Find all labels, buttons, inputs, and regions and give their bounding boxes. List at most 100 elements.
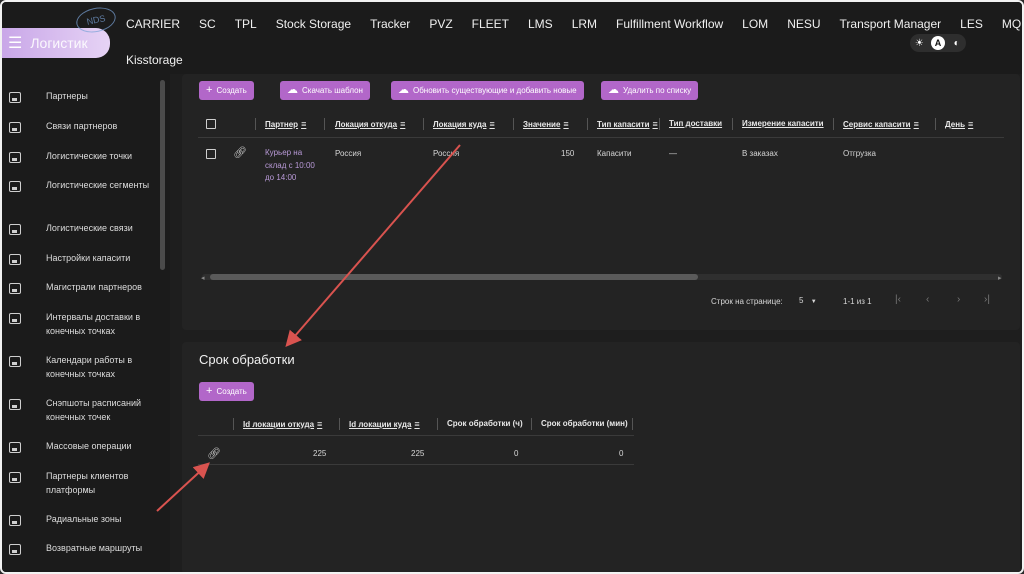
- sidebar-item-label: Массовые операции: [46, 441, 132, 451]
- scroll-left-icon[interactable]: ◂: [201, 274, 205, 282]
- prev-page-icon[interactable]: ‹: [926, 294, 929, 305]
- column-separator[interactable]: [833, 118, 834, 130]
- column-header[interactable]: Значение ≡: [523, 119, 569, 129]
- chevron-down-icon[interactable]: ▼: [811, 299, 817, 305]
- link-icon[interactable]: 🔗︎: [233, 146, 247, 159]
- filter-icon[interactable]: ≡: [489, 119, 494, 129]
- column-header-label[interactable]: Локация куда: [433, 120, 486, 129]
- nav-item-tracker[interactable]: Tracker: [370, 17, 419, 31]
- nav-item-sc[interactable]: SC: [199, 17, 225, 31]
- column-header-label[interactable]: Тип капасити: [597, 120, 650, 129]
- column-header[interactable]: Id локации откуда ≡: [243, 419, 322, 429]
- column-header[interactable]: Тип капасити ≡: [597, 119, 658, 129]
- sidebar-scrollbar[interactable]: [160, 80, 165, 270]
- rows-per-page-label: Строк на странице:: [711, 297, 783, 306]
- column-header[interactable]: Тип доставки: [669, 119, 722, 128]
- column-separator[interactable]: [732, 118, 733, 130]
- filter-icon[interactable]: ≡: [653, 119, 658, 129]
- filter-icon[interactable]: ≡: [563, 119, 568, 129]
- processing-create-button[interactable]: + Создать: [199, 382, 254, 401]
- filter-icon[interactable]: ≡: [414, 419, 419, 429]
- column-header[interactable]: Партнер ≡: [265, 119, 306, 129]
- column-header-label[interactable]: Измерение капасити: [742, 119, 824, 128]
- filter-icon[interactable]: ≡: [301, 119, 306, 129]
- first-page-icon[interactable]: |‹: [895, 294, 901, 305]
- column-header-label[interactable]: Сервис капасити: [843, 120, 911, 129]
- nav-item-tpl[interactable]: TPL: [235, 17, 266, 31]
- filter-icon[interactable]: ≡: [968, 119, 973, 129]
- column-header-label[interactable]: Срок обработки (ч): [447, 419, 523, 428]
- rows-per-page-value[interactable]: 5: [799, 296, 803, 305]
- column-header[interactable]: Срок обработки (ч): [447, 419, 523, 428]
- column-separator[interactable]: [255, 118, 256, 130]
- nav-item-transport-manager[interactable]: Transport Manager: [840, 17, 951, 31]
- column-separator[interactable]: [587, 118, 588, 130]
- filter-icon[interactable]: ≡: [914, 119, 919, 129]
- column-header[interactable]: Сервис капасити ≡: [843, 119, 919, 129]
- column-separator[interactable]: [632, 418, 633, 430]
- filter-icon[interactable]: ≡: [400, 119, 405, 129]
- nav-item-fleet[interactable]: FLEET: [472, 17, 518, 31]
- create-button[interactable]: + Создать: [199, 81, 254, 100]
- nav-item-mqm[interactable]: MQM: [1002, 17, 1022, 31]
- sidebar-item-icon: [9, 313, 21, 324]
- column-separator[interactable]: [513, 118, 514, 130]
- rows-per-page-select[interactable]: 5 ▼: [799, 296, 817, 305]
- link-icon[interactable]: 🔗︎: [207, 447, 221, 460]
- nav-item-lom[interactable]: LOM: [742, 17, 777, 31]
- column-header[interactable]: Локация откуда ≡: [335, 119, 405, 129]
- download-template-button[interactable]: ☁ Скачать шаблон: [280, 81, 370, 100]
- column-separator[interactable]: [935, 118, 936, 130]
- sun-icon[interactable]: ☀: [912, 36, 926, 50]
- theme-toggle[interactable]: ☀ A ◐: [910, 34, 966, 52]
- last-page-icon[interactable]: ›|: [984, 294, 990, 305]
- nav-item-lms[interactable]: LMS: [528, 17, 562, 31]
- scrollbar-thumb[interactable]: [210, 274, 698, 280]
- nav-item-stock-storage[interactable]: Stock Storage: [276, 17, 360, 31]
- column-separator[interactable]: [233, 418, 234, 430]
- column-header-label[interactable]: Значение: [523, 120, 560, 129]
- column-separator[interactable]: [339, 418, 340, 430]
- column-separator[interactable]: [324, 118, 325, 130]
- filter-icon[interactable]: ≡: [317, 419, 322, 429]
- column-header-label[interactable]: Локация откуда: [335, 120, 397, 129]
- row-checkbox[interactable]: [206, 149, 216, 159]
- select-all-checkbox[interactable]: [206, 119, 216, 129]
- next-page-icon[interactable]: ›: [957, 294, 960, 305]
- hamburger-icon[interactable]: ☰: [8, 33, 22, 53]
- column-separator[interactable]: [531, 418, 532, 430]
- column-header[interactable]: Локация куда ≡: [433, 119, 495, 129]
- nav-item-les[interactable]: LES: [960, 17, 992, 31]
- column-separator[interactable]: [437, 418, 438, 430]
- column-header[interactable]: Измерение капасити: [742, 119, 824, 128]
- horizontal-scrollbar[interactable]: [202, 274, 1002, 280]
- sidebar-item-label: Логистические сегменты: [46, 180, 150, 190]
- nav-item-lrm[interactable]: LRM: [572, 17, 606, 31]
- column-header-label[interactable]: Тип доставки: [669, 119, 722, 128]
- auto-theme-icon[interactable]: A: [930, 36, 945, 50]
- column-header[interactable]: День ≡: [945, 119, 973, 129]
- update-existing-button[interactable]: ☁ Обновить существующие и добавить новые: [391, 81, 584, 100]
- scroll-right-icon[interactable]: ▸: [998, 274, 1002, 282]
- column-header-label[interactable]: День: [945, 120, 965, 129]
- nav-item-carrier[interactable]: CARRIER: [126, 17, 189, 31]
- column-header[interactable]: Срок обработки (мин): [541, 419, 628, 428]
- nav-item-kisstorage[interactable]: Kisstorage: [126, 53, 183, 67]
- column-separator[interactable]: [659, 118, 660, 130]
- column-header-label[interactable]: Партнер: [265, 120, 298, 129]
- column-header-label[interactable]: Id локации куда: [349, 420, 411, 429]
- row-divider: [198, 464, 634, 465]
- nav-item-pvz[interactable]: PVZ: [429, 17, 461, 31]
- moon-icon[interactable]: ◐: [950, 36, 964, 50]
- column-header[interactable]: Id локации куда ≡: [349, 419, 420, 429]
- delete-by-list-button[interactable]: ☁ Удалить по списку: [601, 81, 699, 100]
- column-header-label[interactable]: Id локации откуда: [243, 420, 314, 429]
- nav-item-fulfillment-workflow[interactable]: Fulfillment Workflow: [616, 17, 732, 31]
- sidebar-item-icon: [9, 122, 21, 133]
- nav-item-nesu[interactable]: NESU: [787, 17, 829, 31]
- column-separator[interactable]: [423, 118, 424, 130]
- top-navbar: ☰ Логистик NDS CARRIER SC TPL Stock Storage…: [2, 2, 1022, 74]
- cloud-upload-icon: ☁: [398, 84, 409, 96]
- cell-partner[interactable]: Курьер на склад с 10:00 до 14:00: [265, 147, 321, 185]
- column-header-label[interactable]: Срок обработки (мин): [541, 419, 628, 428]
